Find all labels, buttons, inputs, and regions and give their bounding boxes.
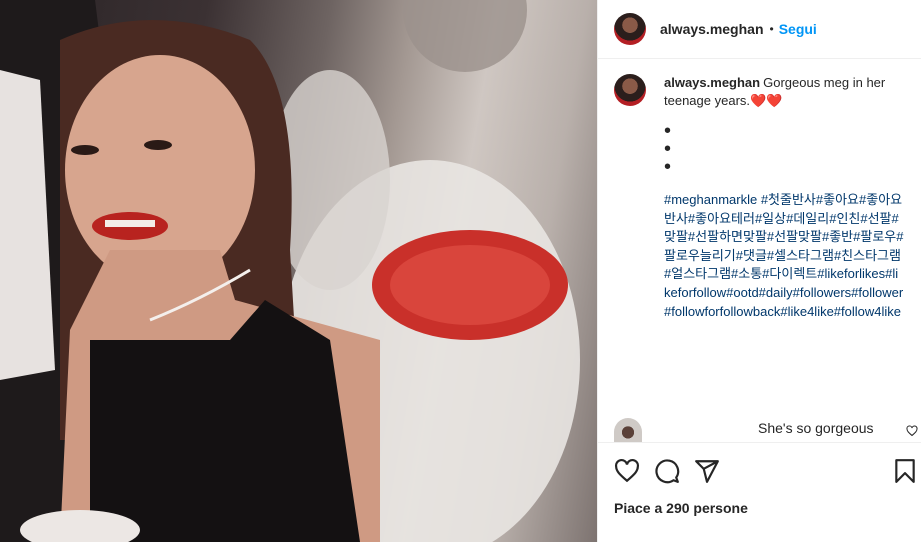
caption-bullets: • • • bbox=[664, 120, 910, 178]
caption-body: always.meghan Gorgeous meg in her teenage… bbox=[664, 74, 910, 321]
share-icon[interactable] bbox=[694, 458, 720, 484]
comment-icon[interactable] bbox=[654, 458, 680, 484]
comment-row: She's so gorgeous bbox=[614, 418, 918, 442]
divider bbox=[598, 442, 921, 443]
bullet: • bbox=[664, 120, 672, 142]
post-caption: always.meghan Gorgeous meg in her teenage… bbox=[614, 74, 910, 321]
post-sidebar: always.meghan • Segui always.meghan Gorge… bbox=[597, 0, 921, 542]
bookmark-icon[interactable] bbox=[892, 458, 918, 484]
commenter-avatar[interactable] bbox=[614, 418, 642, 442]
caption-username[interactable]: always.meghan bbox=[664, 75, 760, 90]
heart-outline-icon[interactable] bbox=[906, 425, 918, 437]
likes-count[interactable]: Piace a 290 persone bbox=[614, 500, 748, 516]
separator-dot: • bbox=[769, 22, 774, 36]
heart-icon[interactable] bbox=[614, 458, 640, 484]
post-image bbox=[0, 0, 580, 542]
header-username[interactable]: always.meghan bbox=[660, 21, 764, 37]
avatar[interactable] bbox=[614, 13, 646, 45]
comment-text: She's so gorgeous bbox=[758, 420, 874, 436]
caption-avatar[interactable] bbox=[614, 74, 646, 106]
post-header: always.meghan • Segui bbox=[598, 0, 921, 59]
caption-hashtags[interactable]: #meghanmarkle #첫줄반사#좋아요#좋아요반사#좋아요테러#일상#데… bbox=[664, 191, 904, 321]
bullet: • bbox=[664, 156, 672, 178]
bullet: • bbox=[664, 138, 672, 160]
post-photo bbox=[0, 0, 597, 542]
action-bar bbox=[614, 458, 915, 484]
follow-button[interactable]: Segui bbox=[779, 21, 817, 37]
